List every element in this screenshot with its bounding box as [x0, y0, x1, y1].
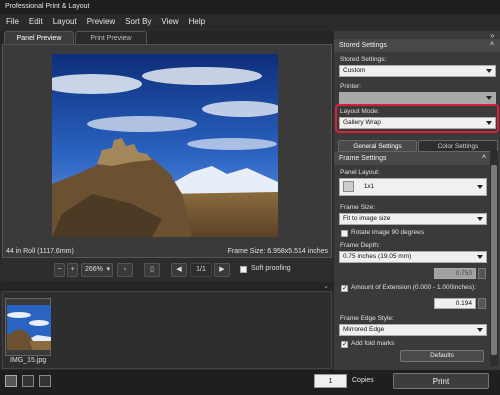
frame-depth-select[interactable]: 0.75 inches (19.05 mm): [339, 251, 487, 263]
next-icon: ▶: [219, 266, 225, 273]
zoom-in-button[interactable]: +: [67, 263, 78, 277]
paper-button[interactable]: ▫: [117, 263, 133, 277]
next-page-button[interactable]: ▶: [214, 263, 230, 277]
paper-icon: ▫: [123, 266, 127, 273]
frame-settings-header[interactable]: Frame Settings ˄: [334, 152, 490, 165]
prev-page-button[interactable]: ◀: [171, 263, 187, 277]
frame-depth-label: Frame Depth:: [340, 242, 380, 249]
fold-marks-label: Add fold marks: [351, 340, 395, 347]
menu-bar: File Edit Layout Preview Sort By View He…: [0, 14, 500, 29]
menu-view[interactable]: View: [161, 17, 178, 26]
prev-icon: ◀: [176, 266, 182, 273]
zoom-out-icon: −: [57, 266, 62, 273]
soft-proofing-checkbox[interactable]: [240, 266, 247, 273]
zoom-out-button[interactable]: −: [54, 263, 65, 277]
tab-color-settings[interactable]: Color Settings: [418, 140, 498, 152]
chevron-down-icon: [486, 96, 492, 100]
chevron-down-icon: ▾: [106, 266, 110, 273]
thumbnail-label: IMG_15.jpg: [10, 357, 47, 364]
menu-preview[interactable]: Preview: [87, 17, 115, 26]
page-indicator: 1/1: [190, 263, 212, 277]
extension-label: Amount of Extension (0.000 - 1.000inches…: [351, 284, 477, 291]
extension-checkbox[interactable]: [341, 284, 348, 292]
layout-mode-select[interactable]: Gallery Wrap: [339, 117, 496, 129]
frame-depth-input[interactable]: 0.750: [434, 268, 476, 279]
frame-size-select[interactable]: Fit to image size: [339, 213, 487, 225]
view-split-button[interactable]: [22, 375, 34, 387]
panel-scrollbar-thumb[interactable]: [491, 165, 497, 355]
window-title: Professional Print & Layout: [0, 0, 500, 14]
copies-input[interactable]: 1: [314, 374, 347, 388]
edge-style-label: Frame Edge Style:: [340, 315, 394, 322]
extension-spinner[interactable]: [478, 298, 486, 309]
layout-mode-label: Layout Mode:: [340, 108, 380, 115]
tab-panel-preview[interactable]: Panel Preview: [4, 31, 74, 44]
stored-settings-header[interactable]: Stored Settings ˄: [334, 39, 500, 52]
rotate-checkbox[interactable]: [341, 230, 348, 237]
chevron-down-icon: [486, 69, 492, 73]
panel-layout-select[interactable]: 1x1: [339, 178, 487, 196]
stored-settings-label: Stored Settings:: [340, 56, 387, 63]
frame-size-info: Frame Size: 6.958x5.514 inches: [227, 248, 328, 255]
printer-select[interactable]: [339, 92, 496, 104]
rotate-label: Rotate image 90 degrees: [351, 229, 424, 236]
chevron-up-icon: ˄: [481, 154, 486, 161]
zoom-in-icon: +: [70, 266, 75, 273]
edge-style-select[interactable]: Mirrored Edge: [339, 324, 487, 336]
print-button[interactable]: Print: [393, 373, 489, 389]
frame-size-label: Frame Size:: [340, 204, 376, 211]
panel-layout-icon: [343, 180, 354, 192]
chevron-down-icon: [486, 121, 492, 125]
preview-photo: [52, 54, 278, 237]
menu-layout[interactable]: Layout: [53, 17, 77, 26]
zoom-select[interactable]: 266% ▾: [81, 263, 113, 277]
defaults-button[interactable]: Defaults: [400, 350, 484, 362]
fold-marks-checkbox[interactable]: [341, 340, 348, 348]
menu-edit[interactable]: Edit: [29, 17, 43, 26]
panel-layout-label: Panel Layout:: [340, 169, 380, 176]
tab-print-preview[interactable]: Print Preview: [75, 31, 147, 44]
preview-status: 44 in Roll (1117.6mm) Frame Size: 6.958x…: [2, 246, 332, 257]
menu-file[interactable]: File: [6, 17, 19, 26]
chevron-down-icon: [477, 185, 483, 189]
tab-general-settings[interactable]: General Settings: [338, 140, 417, 152]
page-icon: ▯: [150, 266, 154, 273]
frame-depth-spinner[interactable]: [478, 268, 486, 279]
view-grid-button[interactable]: [39, 375, 51, 387]
chevron-down-icon: [477, 255, 483, 259]
collapse-icon[interactable]: ⌄: [323, 282, 329, 290]
roll-info: 44 in Roll (1117.6mm): [6, 248, 74, 255]
thumbnail-image: [7, 305, 51, 350]
extension-input[interactable]: 0.194: [434, 298, 476, 309]
filmstrip: [2, 291, 332, 369]
menu-sort-by[interactable]: Sort By: [125, 17, 151, 26]
copies-label: Copies: [352, 377, 374, 384]
filmstrip-divider: ⌄: [0, 282, 333, 291]
printer-label: Printer:: [340, 83, 361, 90]
soft-proofing-label: Soft proofing: [251, 265, 291, 272]
chevron-down-icon: [477, 328, 483, 332]
chevron-down-icon: [477, 217, 483, 221]
page-button[interactable]: ▯: [144, 263, 160, 277]
stored-settings-select[interactable]: Custom: [339, 65, 496, 77]
landscape-photo: [52, 54, 278, 237]
chevron-up-icon: ˄: [489, 41, 494, 48]
preview-tabs: Panel Preview Print Preview: [0, 31, 333, 44]
thumbnail[interactable]: [5, 298, 51, 356]
menu-help[interactable]: Help: [189, 17, 205, 26]
preview-toolbar: − + 266% ▾ ▫ ▯ ◀ 1/1 ▶ Soft proofing: [2, 259, 332, 281]
view-single-button[interactable]: [5, 375, 17, 387]
